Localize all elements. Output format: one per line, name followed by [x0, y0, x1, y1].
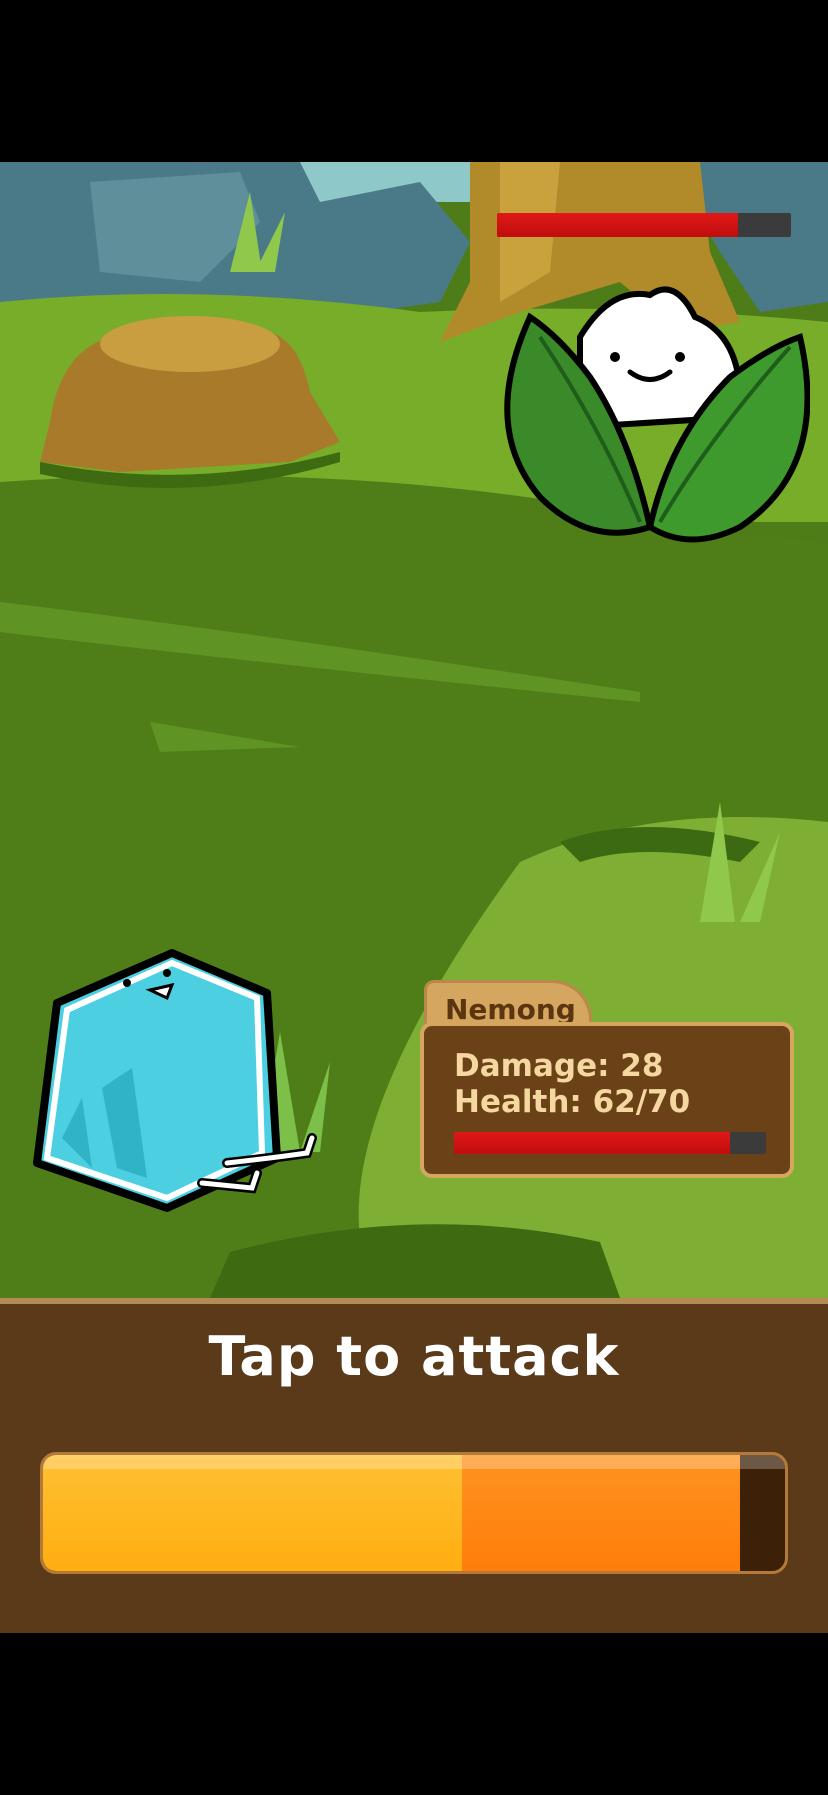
- tap-to-attack-label: Tap to attack: [208, 1325, 620, 1388]
- top-letterbox: [0, 0, 828, 162]
- health-stat: Health: 62/70: [454, 1084, 691, 1120]
- ice-cube-creature-icon[interactable]: [22, 948, 342, 1238]
- creature-info-panel: Nemong Damage: 28 Health: 62/70: [420, 980, 794, 1180]
- attack-bonus-fill: [462, 1455, 741, 1571]
- bottom-letterbox: [0, 1633, 828, 1795]
- attack-charge-fill: [43, 1455, 463, 1571]
- creature-health-bar: [454, 1132, 766, 1154]
- attack-charge-bar[interactable]: [40, 1452, 788, 1574]
- attack-panel[interactable]: Tap to attack: [0, 1298, 828, 1633]
- battle-scene[interactable]: Nemong Damage: 28 Health: 62/70: [0, 162, 828, 1298]
- damage-stat: Damage: 28: [454, 1048, 664, 1084]
- leaf-sprout-creature-icon[interactable]: [500, 277, 810, 547]
- enemy-health-fill: [497, 213, 739, 237]
- creature-health-fill: [454, 1132, 731, 1154]
- info-stats-box: Damage: 28 Health: 62/70: [420, 1022, 794, 1178]
- attack-bar-shine: [43, 1455, 785, 1469]
- enemy-health-bar: [497, 213, 791, 237]
